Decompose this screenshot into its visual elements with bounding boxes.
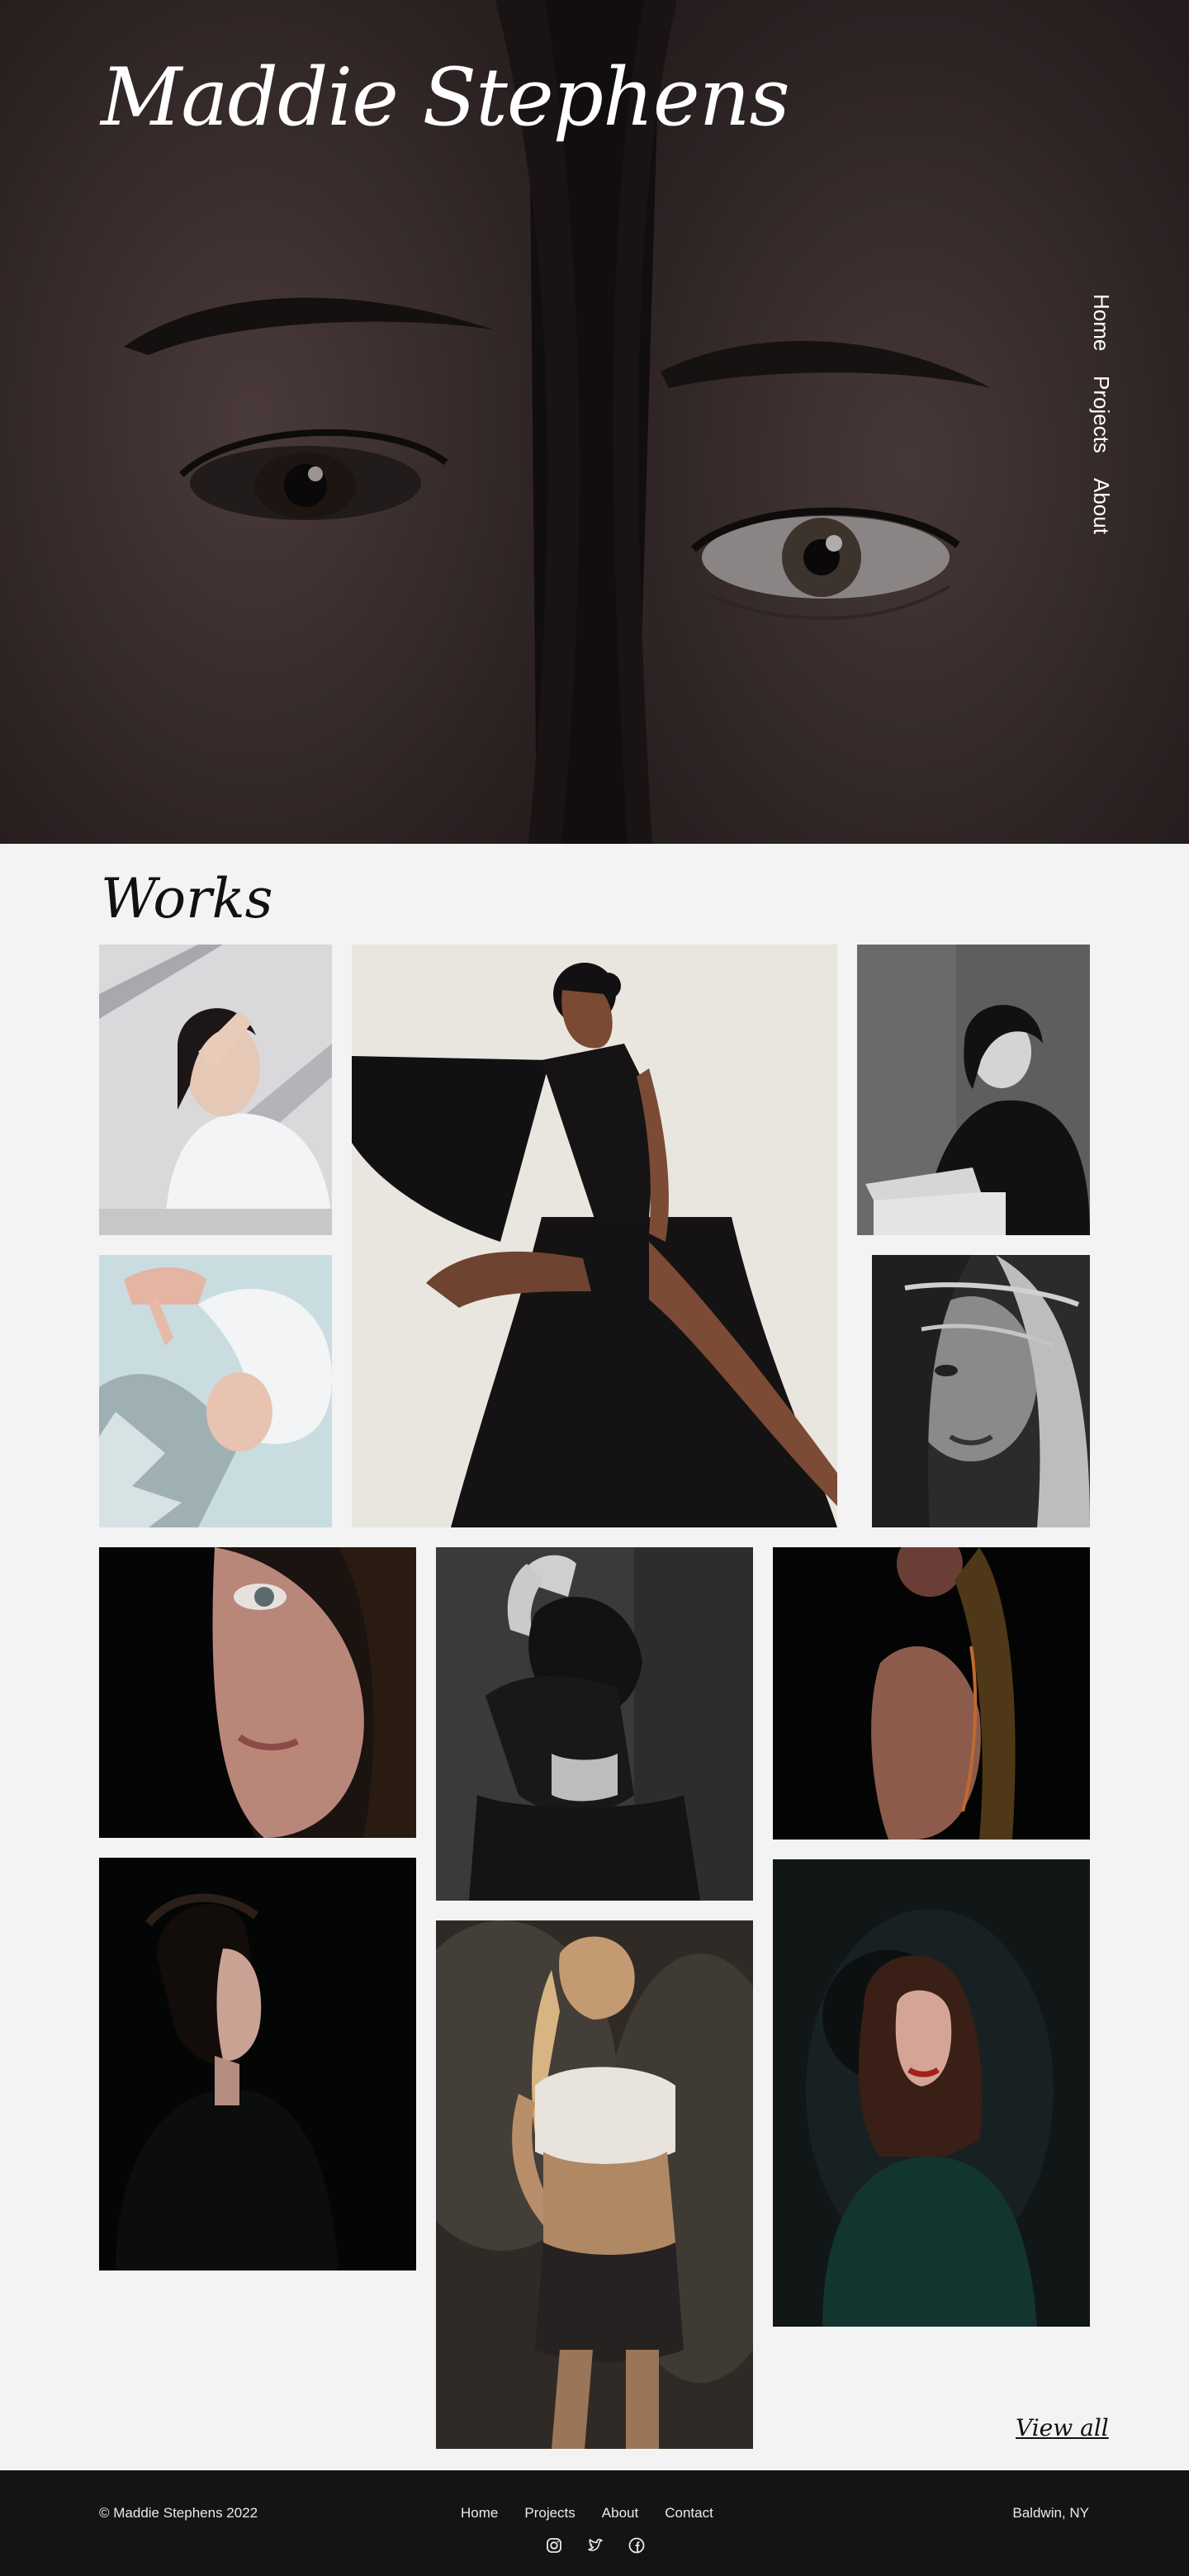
photo-woman-face-shadow[interactable] <box>99 1547 416 1838</box>
photo-woman-white-shirt[interactable] <box>99 945 332 1235</box>
nav-home[interactable]: Home <box>1088 294 1114 351</box>
photo-woman-bw-hair[interactable] <box>872 1255 1090 1527</box>
photo-woman-smoke-blonde[interactable] <box>436 1920 753 2449</box>
footer-link-projects[interactable]: Projects <box>524 2505 575 2522</box>
twitter-icon[interactable] <box>586 2536 604 2555</box>
footer-socials <box>545 2536 646 2555</box>
footer-nav: Home Projects About Contact <box>461 2505 713 2522</box>
photo-woman-bare-shoulder[interactable] <box>773 1547 1090 1840</box>
photo-woman-fur-foil[interactable] <box>99 1255 332 1527</box>
nav-projects[interactable]: Projects <box>1088 376 1114 453</box>
footer-location: Baldwin, NY <box>1012 2505 1089 2521</box>
photo-woman-black-dress[interactable] <box>352 945 837 1527</box>
photo-woman-profile-dark[interactable] <box>99 1858 416 2271</box>
footer-link-home[interactable]: Home <box>461 2505 498 2522</box>
photo-woman-dancing-bw[interactable] <box>436 1547 753 1901</box>
footer-link-contact[interactable]: Contact <box>665 2505 713 2522</box>
footer-link-about[interactable]: About <box>602 2505 638 2522</box>
nav-about[interactable]: About <box>1088 478 1114 534</box>
photo-woman-bw-seated[interactable] <box>857 945 1090 1235</box>
facebook-icon[interactable] <box>628 2536 646 2555</box>
photo-woman-red-hair-green[interactable] <box>773 1859 1090 2327</box>
footer-copyright: © Maddie Stephens 2022 <box>99 2505 258 2521</box>
works-heading: Works <box>101 867 273 930</box>
site-title[interactable]: Maddie Stephens <box>101 51 790 144</box>
hero-section: Maddie Stephens Home Projects About <box>0 0 1189 844</box>
footer: © Maddie Stephens 2022 Home Projects Abo… <box>0 2470 1189 2576</box>
instagram-icon[interactable] <box>545 2536 563 2555</box>
view-all-link[interactable]: View all <box>1016 2414 1109 2441</box>
vertical-nav: Home Projects About <box>1088 294 1114 534</box>
